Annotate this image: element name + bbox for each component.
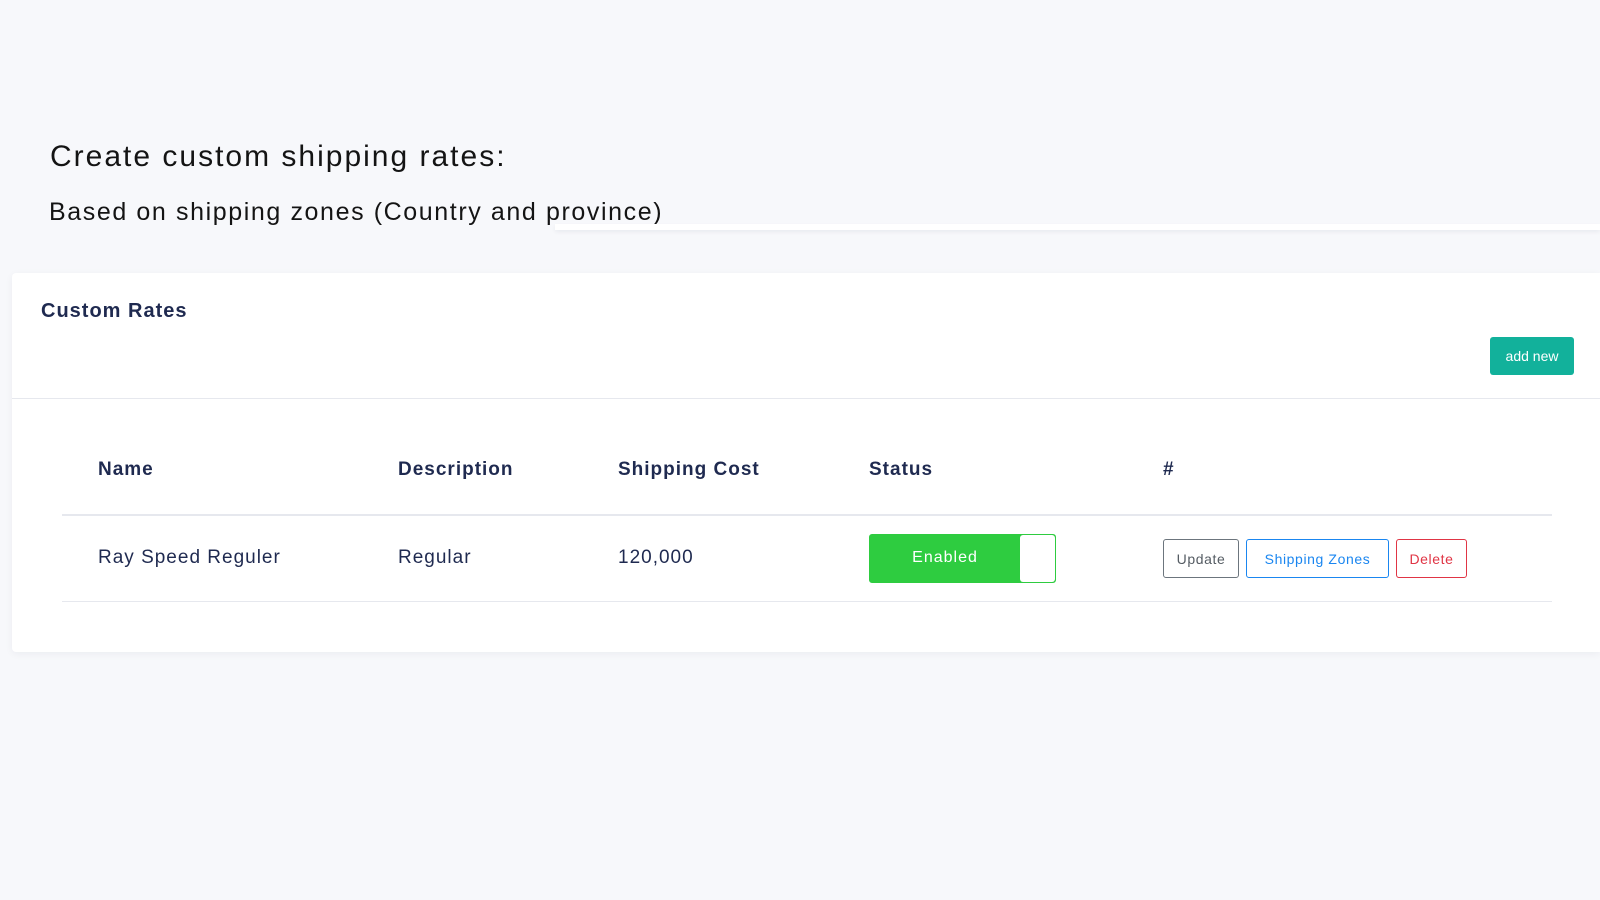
column-header-status: Status <box>869 459 934 480</box>
column-header-description: Description <box>398 459 514 480</box>
card-header: Custom Rates add new <box>12 273 1600 399</box>
column-header-name: Name <box>98 459 154 480</box>
custom-rates-card: Custom Rates add new Name Description Sh… <box>12 273 1600 652</box>
column-header-actions: # <box>1163 459 1175 480</box>
card-title: Custom Rates <box>41 300 188 322</box>
background-panel-strip <box>555 224 1600 230</box>
shipping-zones-button[interactable]: Shipping Zones <box>1246 539 1389 578</box>
table-header: Name Description Shipping Cost Status # <box>62 423 1552 516</box>
add-new-button[interactable]: add new <box>1490 337 1574 375</box>
rates-table: Name Description Shipping Cost Status # … <box>62 423 1552 602</box>
rate-description: Regular <box>398 547 472 568</box>
promo-subline: Based on shipping zones (Country and pro… <box>49 198 664 226</box>
rate-shipping-cost: 120,000 <box>618 547 694 568</box>
delete-button[interactable]: Delete <box>1396 539 1467 578</box>
page: Create custom shipping rates: Based on s… <box>0 0 1600 900</box>
column-header-shipping-cost: Shipping Cost <box>618 459 760 480</box>
rate-name: Ray Speed Reguler <box>98 547 281 568</box>
table-row: Ray Speed Reguler Regular 120,000 Enable… <box>62 516 1552 602</box>
promo-headline: Create custom shipping rates: <box>50 140 507 173</box>
update-button[interactable]: Update <box>1163 539 1239 578</box>
status-toggle[interactable]: Enabled <box>869 534 1056 583</box>
status-toggle-label: Enabled <box>912 549 978 566</box>
status-toggle-knob <box>1020 535 1055 582</box>
